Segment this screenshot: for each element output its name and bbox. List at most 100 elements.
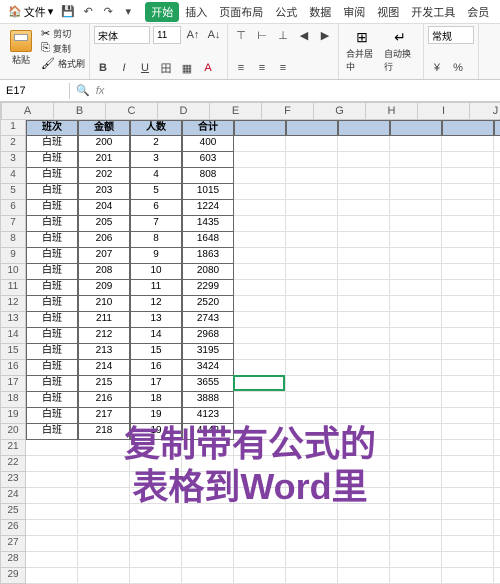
cell[interactable]: 白班: [26, 392, 78, 408]
cell[interactable]: [234, 280, 286, 296]
cell[interactable]: 班次: [26, 120, 78, 136]
row-header-24[interactable]: 24: [0, 488, 26, 504]
cell[interactable]: [234, 296, 286, 312]
row-header-17[interactable]: 17: [0, 376, 26, 392]
cell[interactable]: 白班: [26, 424, 78, 440]
cell[interactable]: [494, 360, 500, 376]
cell[interactable]: [442, 328, 494, 344]
row-header-28[interactable]: 28: [0, 552, 26, 568]
row-header-7[interactable]: 7: [0, 216, 26, 232]
cell[interactable]: [390, 312, 442, 328]
cell[interactable]: [338, 520, 390, 536]
cell[interactable]: 人数: [130, 120, 182, 136]
cell[interactable]: [494, 472, 500, 488]
cell[interactable]: [286, 376, 338, 392]
cell[interactable]: [442, 536, 494, 552]
cell[interactable]: 白班: [26, 248, 78, 264]
cell[interactable]: [442, 568, 494, 584]
cell[interactable]: [286, 168, 338, 184]
cell[interactable]: [494, 168, 500, 184]
cell[interactable]: [234, 376, 286, 392]
cell[interactable]: [338, 536, 390, 552]
cell[interactable]: 19: [130, 408, 182, 424]
cell[interactable]: [78, 520, 130, 536]
cell[interactable]: [390, 200, 442, 216]
cell[interactable]: [130, 472, 182, 488]
cell[interactable]: [442, 200, 494, 216]
cell[interactable]: [130, 488, 182, 504]
cell[interactable]: [338, 344, 390, 360]
cell[interactable]: [130, 504, 182, 520]
cell[interactable]: [494, 488, 500, 504]
cell[interactable]: [286, 152, 338, 168]
cell[interactable]: [234, 568, 286, 584]
col-header-G[interactable]: G: [314, 102, 366, 120]
indent-right-button[interactable]: ▶: [316, 26, 334, 44]
cell[interactable]: [338, 152, 390, 168]
cell[interactable]: [494, 520, 500, 536]
cell[interactable]: [130, 536, 182, 552]
cell[interactable]: 13: [130, 312, 182, 328]
cell[interactable]: 14: [130, 328, 182, 344]
cell[interactable]: [494, 232, 500, 248]
percent-button[interactable]: %: [449, 59, 467, 77]
cell[interactable]: [442, 232, 494, 248]
row-header-21[interactable]: 21: [0, 440, 26, 456]
cell[interactable]: [78, 504, 130, 520]
row-header-22[interactable]: 22: [0, 456, 26, 472]
cell[interactable]: [442, 216, 494, 232]
cut-button[interactable]: ✂剪切: [41, 26, 85, 40]
cell[interactable]: [286, 392, 338, 408]
cell[interactable]: [338, 200, 390, 216]
cell[interactable]: [286, 552, 338, 568]
cell[interactable]: [390, 344, 442, 360]
cell[interactable]: [390, 360, 442, 376]
cell[interactable]: [26, 568, 78, 584]
cell[interactable]: [338, 392, 390, 408]
cell[interactable]: 白班: [26, 136, 78, 152]
cell[interactable]: 白班: [26, 360, 78, 376]
row-header-1[interactable]: 1: [0, 120, 26, 136]
cell[interactable]: [442, 248, 494, 264]
cell[interactable]: [494, 392, 500, 408]
cell[interactable]: [390, 376, 442, 392]
cell[interactable]: [338, 328, 390, 344]
cell[interactable]: [442, 392, 494, 408]
cell[interactable]: [286, 184, 338, 200]
cell[interactable]: [234, 360, 286, 376]
cell[interactable]: [182, 536, 234, 552]
cell[interactable]: 208: [78, 264, 130, 280]
cell[interactable]: [234, 456, 286, 472]
cell[interactable]: [494, 376, 500, 392]
cell[interactable]: 15: [130, 344, 182, 360]
cell[interactable]: 3888: [182, 392, 234, 408]
menu-tab-3[interactable]: 公式: [269, 2, 303, 22]
cell[interactable]: [390, 456, 442, 472]
cell[interactable]: [338, 504, 390, 520]
decrease-font-button[interactable]: A↓: [205, 26, 223, 44]
cell[interactable]: [286, 232, 338, 248]
cell[interactable]: 白班: [26, 232, 78, 248]
align-top-button[interactable]: ⊤: [232, 26, 250, 44]
row-header-19[interactable]: 19: [0, 408, 26, 424]
row-header-14[interactable]: 14: [0, 328, 26, 344]
cell[interactable]: [234, 552, 286, 568]
cell[interactable]: [390, 248, 442, 264]
col-header-A[interactable]: A: [2, 102, 54, 120]
cell[interactable]: [182, 504, 234, 520]
cell[interactable]: 白班: [26, 168, 78, 184]
cell[interactable]: [338, 168, 390, 184]
cell[interactable]: 205: [78, 216, 130, 232]
row-header-5[interactable]: 5: [0, 184, 26, 200]
cell[interactable]: [78, 488, 130, 504]
cell[interactable]: [442, 472, 494, 488]
cell[interactable]: [234, 168, 286, 184]
cell[interactable]: [494, 136, 500, 152]
fill-color-button[interactable]: ▦: [178, 59, 196, 77]
cell[interactable]: [286, 216, 338, 232]
col-header-D[interactable]: D: [158, 102, 210, 120]
cell[interactable]: 211: [78, 312, 130, 328]
cell[interactable]: [494, 440, 500, 456]
cell[interactable]: [338, 360, 390, 376]
cell[interactable]: [338, 312, 390, 328]
